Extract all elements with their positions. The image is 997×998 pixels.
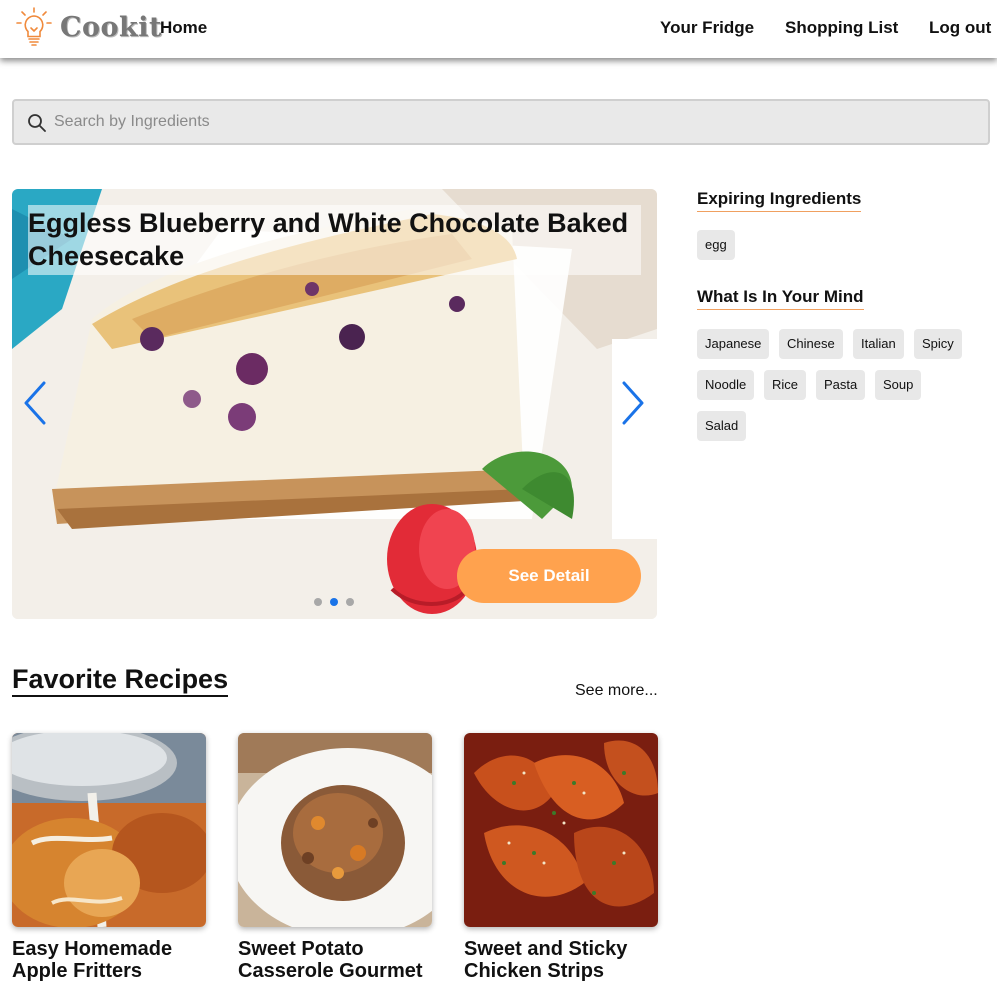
nav-fridge-link[interactable]: Your Fridge bbox=[660, 18, 754, 38]
carousel-recipe-title: Eggless Blueberry and White Chocolate Ba… bbox=[28, 205, 641, 275]
expiring-ingredients-heading: Expiring Ingredients bbox=[697, 189, 862, 212]
search-input[interactable] bbox=[54, 101, 974, 143]
recipe-card[interactable]: Sweet and Sticky Chicken Strips bbox=[464, 733, 658, 982]
tag-chip[interactable]: Japanese bbox=[697, 329, 770, 359]
favorite-recipes-heading: Favorite Recipes bbox=[12, 664, 229, 697]
expiring-chip[interactable]: egg bbox=[697, 230, 735, 260]
mind-heading: What Is In Your Mind bbox=[697, 287, 864, 310]
nav-home-link[interactable]: Home bbox=[160, 18, 207, 38]
chevron-right-icon[interactable] bbox=[618, 379, 648, 427]
nav-shopping-list-link[interactable]: Shopping List bbox=[785, 18, 898, 38]
nav-logout-link[interactable]: Log out bbox=[929, 18, 991, 38]
recipe-title[interactable]: Easy Homemade Apple Fritters bbox=[12, 938, 206, 982]
see-more-link[interactable]: See more... bbox=[575, 682, 658, 700]
see-detail-button[interactable]: See Detail bbox=[457, 549, 641, 603]
recipe-image[interactable] bbox=[464, 733, 658, 927]
recipe-card[interactable]: Sweet Potato Casserole Gourmet bbox=[238, 733, 432, 982]
tag-chip[interactable]: Chinese bbox=[779, 329, 843, 359]
recipe-image[interactable] bbox=[12, 733, 206, 927]
carousel-dot[interactable] bbox=[346, 598, 354, 606]
search-icon bbox=[28, 114, 46, 132]
tag-chip[interactable]: Noodle bbox=[697, 370, 755, 400]
recipe-title[interactable]: Sweet Potato Casserole Gourmet bbox=[238, 938, 432, 982]
tag-chip[interactable]: Spicy bbox=[914, 329, 962, 359]
carousel-dot-active[interactable] bbox=[330, 598, 338, 606]
recipe-title[interactable]: Sweet and Sticky Chicken Strips bbox=[464, 938, 658, 982]
brand-logo[interactable]: Cookit bbox=[14, 6, 162, 48]
tag-chip[interactable]: Salad bbox=[697, 411, 747, 441]
carousel-dot[interactable] bbox=[314, 598, 322, 606]
tag-chip[interactable]: Rice bbox=[764, 370, 807, 400]
brand-name: Cookit bbox=[60, 11, 162, 43]
top-navbar: Cookit Home Your Fridge Shopping List Lo… bbox=[0, 0, 997, 58]
carousel-indicators bbox=[314, 598, 354, 606]
ingredient-search-bar bbox=[12, 99, 990, 145]
tag-chip[interactable]: Pasta bbox=[816, 370, 866, 400]
recipe-image[interactable] bbox=[238, 733, 432, 927]
lightbulb-icon bbox=[16, 7, 52, 46]
recipe-carousel: Eggless Blueberry and White Chocolate Ba… bbox=[12, 189, 657, 619]
recipe-card[interactable]: Easy Homemade Apple Fritters bbox=[12, 733, 206, 982]
tag-chip[interactable]: Soup bbox=[875, 370, 922, 400]
chevron-left-icon[interactable] bbox=[20, 379, 50, 427]
tag-chip[interactable]: Italian bbox=[853, 329, 904, 359]
